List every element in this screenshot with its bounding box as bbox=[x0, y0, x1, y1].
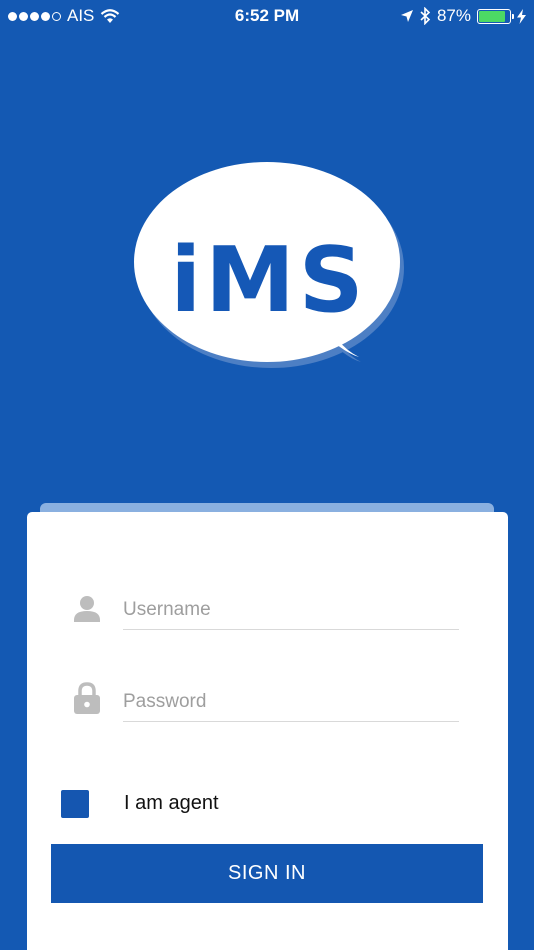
login-card: I am agent SIGN IN bbox=[27, 512, 508, 950]
carrier-name: AIS bbox=[67, 6, 95, 25]
battery-level bbox=[479, 10, 506, 22]
user-icon bbox=[74, 596, 100, 622]
password-input[interactable] bbox=[123, 690, 459, 713]
status-left: AIS bbox=[8, 6, 120, 26]
lock-icon bbox=[74, 682, 100, 714]
app-logo: iMS bbox=[133, 158, 405, 374]
bluetooth-icon bbox=[420, 7, 431, 25]
wifi-icon bbox=[101, 8, 120, 23]
battery-percent: 87% bbox=[436, 6, 471, 25]
logo-text: iMS bbox=[170, 228, 368, 333]
agent-checkbox[interactable] bbox=[61, 790, 89, 818]
battery-icon bbox=[477, 8, 514, 24]
username-field[interactable] bbox=[123, 590, 459, 630]
signal-strength-icon bbox=[8, 11, 61, 21]
location-arrow-icon bbox=[400, 10, 413, 22]
agent-checkbox-label[interactable]: I am agent bbox=[124, 792, 219, 815]
username-input[interactable] bbox=[123, 598, 459, 621]
status-bar: AIS 6:52 PM 87% bbox=[0, 0, 534, 32]
charging-icon bbox=[517, 8, 526, 24]
status-right: 87% bbox=[400, 6, 526, 26]
password-field[interactable] bbox=[123, 682, 459, 722]
sign-in-button[interactable]: SIGN IN bbox=[51, 844, 483, 903]
